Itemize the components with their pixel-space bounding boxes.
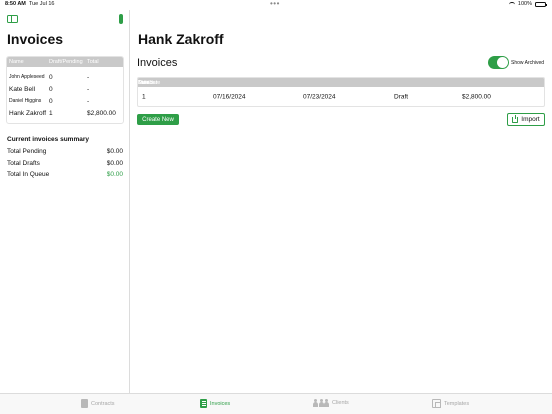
show-archived-label: Show Archived bbox=[511, 60, 545, 66]
summary-label: Total Drafts bbox=[7, 160, 40, 167]
client-title: Hank Zakroff bbox=[138, 31, 224, 47]
client-name: Kate Bell bbox=[9, 85, 36, 93]
status-time: 8:50 AM Tue Jul 16 bbox=[5, 1, 55, 7]
tab-label: Clients bbox=[332, 400, 349, 406]
tab-templates[interactable]: Templates bbox=[432, 399, 469, 408]
tab-label: Invoices bbox=[210, 400, 231, 407]
draft-pending-count: 0 bbox=[49, 73, 53, 81]
client-total: - bbox=[87, 85, 90, 93]
table-row-invoice-1[interactable]: 1 07/16/2024 07/23/2024 Draft $2,800.00 bbox=[138, 87, 544, 106]
table-header: Number Date Due date Status Total bbox=[138, 78, 544, 87]
tab-clients[interactable]: Clients bbox=[313, 398, 349, 407]
client-total: $2,800.00 bbox=[87, 109, 116, 117]
column-header-total: Total bbox=[87, 59, 99, 65]
import-button[interactable]: Import bbox=[507, 113, 545, 126]
import-icon bbox=[512, 114, 519, 123]
client-total: - bbox=[87, 97, 90, 105]
sidebar-title: Invoices bbox=[7, 31, 64, 47]
clients-invoice-table: Name Draft/Pending Total John Appleseed … bbox=[6, 56, 124, 124]
summary-value: $0.00 bbox=[106, 148, 123, 155]
create-new-button[interactable]: Create New bbox=[137, 114, 179, 125]
invoices-section-title: Invoices bbox=[137, 57, 178, 69]
show-archived-toggle[interactable] bbox=[488, 56, 509, 69]
tab-contracts[interactable]: Contracts bbox=[81, 399, 115, 408]
import-label: Import bbox=[521, 116, 540, 123]
summary-value: $0.00 bbox=[106, 160, 123, 167]
tab-invoices[interactable]: Invoices bbox=[200, 399, 230, 408]
column-header-name: Name bbox=[9, 59, 24, 65]
wifi-icon bbox=[508, 1, 515, 7]
people-icon bbox=[313, 398, 329, 407]
status-bar: 8:50 AM Tue Jul 16 ••• 100% bbox=[0, 0, 552, 10]
toggle-knob bbox=[497, 57, 508, 68]
sidebar: Invoices Name Draft/Pending Total John A… bbox=[0, 10, 130, 393]
summary-row-total-in-queue: Total In Queue $0.00 bbox=[7, 171, 123, 178]
invoice-total: $2,800.00 bbox=[462, 93, 491, 101]
client-name: John Appleseed bbox=[9, 74, 45, 80]
invoice-status: Draft bbox=[394, 93, 409, 101]
summary-row-total-pending: Total Pending $0.00 bbox=[7, 148, 123, 155]
table-row-hank-zakroff[interactable]: Hank Zakroff 1 $2,800.00 bbox=[7, 107, 123, 119]
document-icon bbox=[81, 399, 88, 408]
invoice-due-date: 07/23/2024 bbox=[303, 93, 336, 101]
table-row-kate-bell[interactable]: Kate Bell 0 - bbox=[7, 83, 123, 95]
client-name: Hank Zakroff bbox=[9, 109, 47, 117]
invoice-date: 07/16/2024 bbox=[213, 93, 246, 101]
draft-pending-count: 0 bbox=[49, 97, 53, 105]
invoice-icon bbox=[200, 399, 207, 408]
tab-bar: Contracts Invoices Clients Templates bbox=[0, 393, 552, 414]
summary-label: Total In Queue bbox=[7, 171, 50, 178]
column-header-draft-pending: Draft/Pending bbox=[49, 59, 83, 65]
column-header-total: Total bbox=[138, 79, 150, 86]
battery-icon bbox=[535, 1, 547, 7]
summary-title: Current invoices summary bbox=[7, 136, 90, 143]
tab-label: Templates bbox=[444, 400, 470, 407]
multitasking-dots[interactable]: ••• bbox=[270, 0, 280, 8]
summary-value: $0.00 bbox=[106, 171, 123, 178]
table-row-john-appleseed[interactable]: John Appleseed 0 - bbox=[7, 71, 123, 83]
table-row-daniel-higgins[interactable]: Daniel Higgins 0 - bbox=[7, 95, 123, 107]
status-indicators: 100% bbox=[508, 1, 547, 7]
summary-label: Total Pending bbox=[7, 148, 47, 155]
tab-label: Contracts bbox=[91, 400, 115, 407]
draft-pending-count: 1 bbox=[49, 109, 53, 117]
invoice-number: 1 bbox=[142, 93, 146, 101]
template-icon bbox=[432, 399, 441, 408]
sidebar-toggle-icon[interactable] bbox=[7, 15, 18, 23]
client-total: - bbox=[87, 73, 90, 81]
draft-pending-count: 0 bbox=[49, 85, 53, 93]
table-header: Name Draft/Pending Total bbox=[7, 57, 123, 67]
sidebar-resize-handle[interactable] bbox=[119, 14, 123, 24]
client-invoices-table: Number Date Due date Status Total 1 07/1… bbox=[137, 77, 545, 107]
client-name: Daniel Higgins bbox=[9, 98, 42, 104]
summary-row-total-drafts: Total Drafts $0.00 bbox=[7, 160, 123, 167]
battery-percent: 100% bbox=[517, 1, 532, 7]
